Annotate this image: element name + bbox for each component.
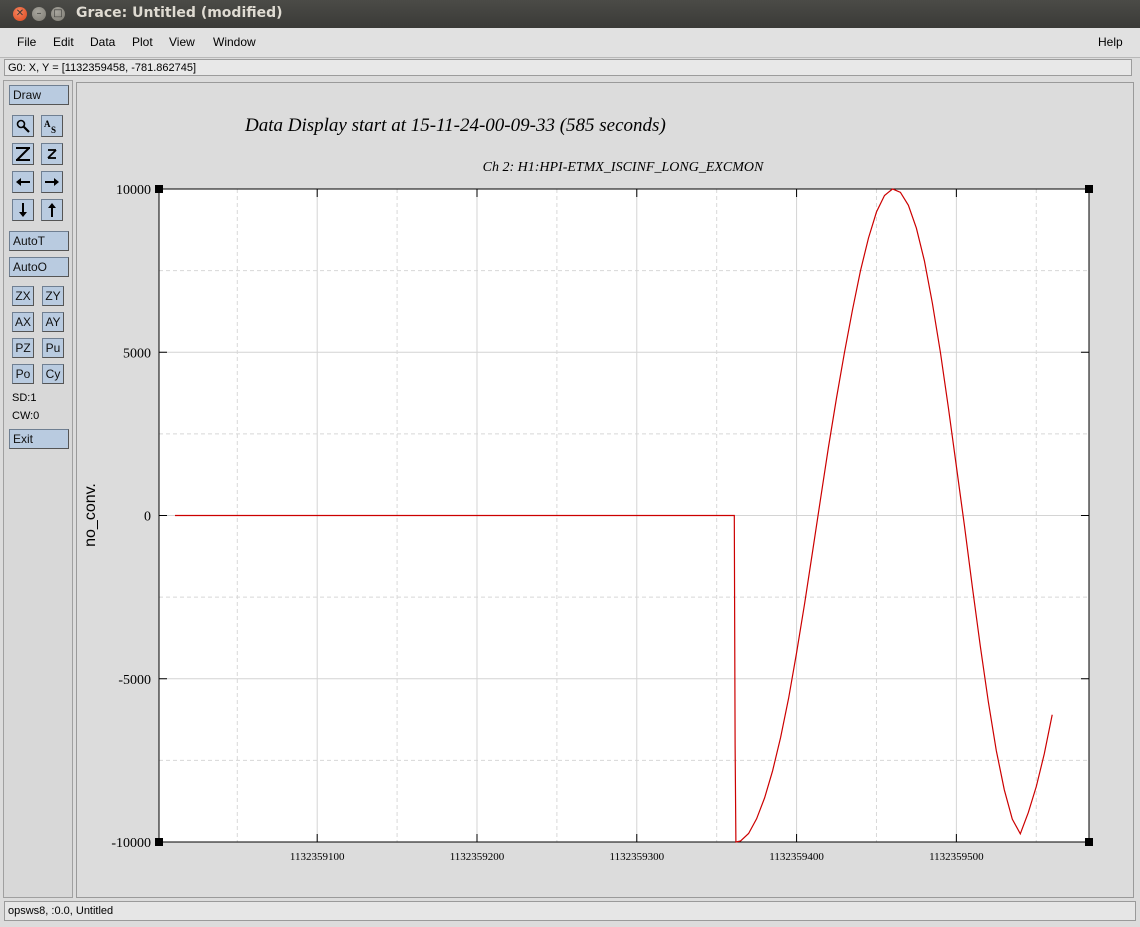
graph-handle — [155, 838, 163, 846]
zoom-icon[interactable] — [12, 115, 34, 137]
window-title: Grace: Untitled (modified) — [76, 5, 283, 21]
down-arrow-icon[interactable] — [12, 199, 34, 221]
svg-text:S: S — [51, 125, 56, 134]
chart-title: Data Display start at 15-11-24-00-09-33 … — [244, 115, 666, 136]
zoom-z-icon[interactable] — [41, 143, 63, 165]
menu-data[interactable]: Data — [90, 35, 115, 49]
y-tick-label: -5000 — [118, 673, 151, 688]
x-tick-label: 1132359400 — [769, 851, 824, 863]
menubar: File Edit Data Plot View Window Help — [0, 28, 1140, 58]
y-tick-label: 5000 — [123, 346, 151, 361]
x-tick-label: 1132359100 — [290, 851, 345, 863]
svg-text:A: A — [44, 119, 51, 129]
autot-button[interactable]: AutoT — [9, 231, 69, 251]
zy-button[interactable]: ZY — [42, 286, 64, 306]
current-world-label: CW:0 — [12, 410, 40, 422]
close-window-button[interactable]: ✕ — [13, 7, 27, 21]
autoo-button[interactable]: AutoO — [9, 257, 69, 277]
zx-button[interactable]: ZX — [12, 286, 34, 306]
window-titlebar: ✕ – □ Grace: Untitled (modified) — [0, 0, 1140, 28]
right-arrow-icon[interactable] — [41, 171, 63, 193]
menu-file[interactable]: File — [17, 35, 36, 49]
maximize-window-button[interactable]: □ — [51, 7, 65, 21]
chart-subtitle: Ch 2: H1:HPI-ETMX_ISCINF_LONG_EXCMON — [483, 160, 764, 175]
graph-handle — [155, 185, 163, 193]
x-tick-label: 1132359200 — [450, 851, 505, 863]
x-tick-label: 1132359300 — [609, 851, 664, 863]
autoscale-icon[interactable] — [12, 143, 34, 165]
minimize-window-button[interactable]: – — [32, 7, 46, 21]
draw-button[interactable]: Draw — [9, 85, 69, 105]
y-tick-label: 0 — [144, 510, 151, 525]
graph-handle — [1085, 185, 1093, 193]
plot-canvas[interactable]: Data Display start at 15-11-24-00-09-33 … — [76, 82, 1134, 898]
y-tick-label: 10000 — [116, 183, 151, 198]
pz-button[interactable]: PZ — [12, 338, 34, 358]
status-bar: opsws8, :0.0, Untitled — [4, 901, 1136, 921]
ay-button[interactable]: AY — [42, 312, 64, 332]
menu-plot[interactable]: Plot — [132, 35, 153, 49]
po-button[interactable]: Po — [12, 364, 34, 384]
ax-button[interactable]: AX — [12, 312, 34, 332]
tool-panel: Draw AS AutoT AutoO ZX ZY AX AY PZ Pu Po… — [3, 80, 73, 898]
chart[interactable]: Data Display start at 15-11-24-00-09-33 … — [77, 83, 1133, 897]
exit-button[interactable]: Exit — [9, 429, 69, 449]
graph-handle — [1085, 838, 1093, 846]
menu-view[interactable]: View — [169, 35, 195, 49]
x-tick-label: 1132359500 — [929, 851, 984, 863]
menu-window[interactable]: Window — [213, 35, 256, 49]
y-tick-label: -10000 — [111, 836, 151, 851]
text-icon[interactable]: AS — [41, 115, 63, 137]
locator-display: G0: X, Y = [1132359458, -781.862745] — [4, 59, 1132, 76]
stack-depth-label: SD:1 — [12, 392, 37, 404]
pu-button[interactable]: Pu — [42, 338, 64, 358]
left-arrow-icon[interactable] — [12, 171, 34, 193]
up-arrow-icon[interactable] — [41, 199, 63, 221]
menu-edit[interactable]: Edit — [53, 35, 74, 49]
cy-button[interactable]: Cy — [42, 364, 64, 384]
menu-help[interactable]: Help — [1098, 35, 1123, 49]
y-axis-label: no_conv. — [82, 483, 99, 547]
